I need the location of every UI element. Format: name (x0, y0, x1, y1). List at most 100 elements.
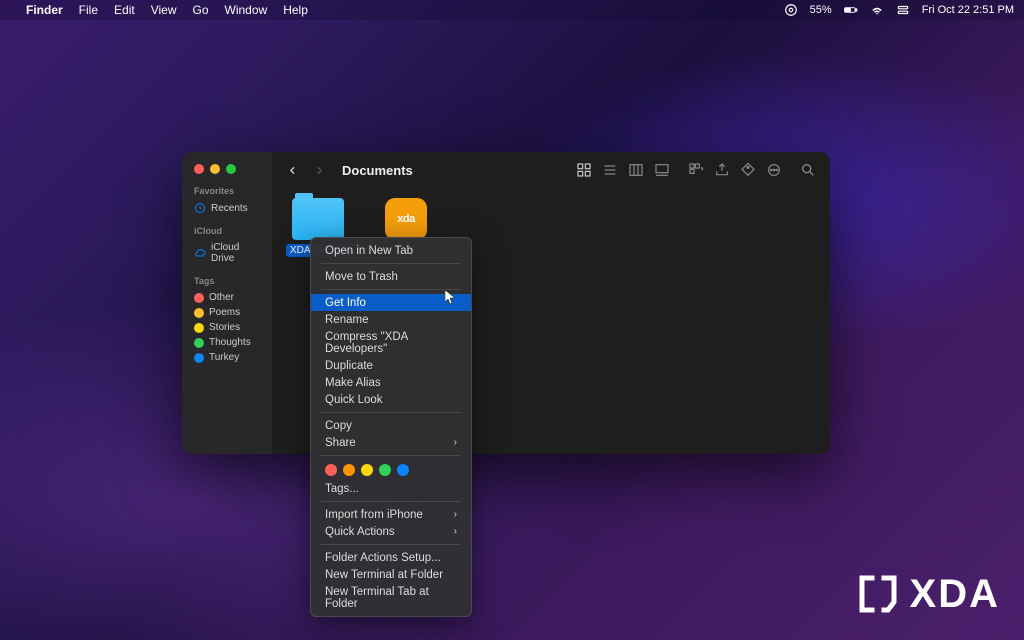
spotlight-icon[interactable] (896, 3, 910, 17)
action-button[interactable] (766, 162, 782, 178)
tag-color-button[interactable] (343, 464, 355, 476)
menu-item-label: Share (325, 437, 356, 449)
tag-color-button[interactable] (325, 464, 337, 476)
menu-item[interactable]: New Terminal Tab at Folder (311, 583, 471, 612)
menu-item[interactable]: Rename (311, 311, 471, 328)
sidebar-header-icloud: iCloud (190, 226, 264, 236)
menu-item-label: Folder Actions Setup... (325, 552, 441, 564)
sidebar-item-icloud-drive[interactable]: iCloud Drive (190, 240, 264, 266)
menu-item-label: Get Info (325, 297, 366, 309)
sidebar-tag-item[interactable]: Turkey (190, 350, 264, 365)
window-minimize-button[interactable] (210, 164, 220, 174)
menu-item-label: New Terminal at Folder (325, 569, 443, 581)
sidebar-tag-item[interactable]: Other (190, 290, 264, 305)
tag-dot-icon (194, 293, 204, 303)
menu-item[interactable]: Duplicate (311, 357, 471, 374)
menu-item-label: Copy (325, 420, 352, 432)
sidebar-tag-item[interactable]: Poems (190, 305, 264, 320)
tag-dot-icon (194, 323, 204, 333)
file-item-app[interactable]: xda (374, 198, 438, 240)
wifi-icon[interactable] (870, 3, 884, 17)
app-menu[interactable]: Finder (26, 3, 63, 17)
menu-item-label: Compress "XDA Developers" (325, 331, 457, 355)
menu-item[interactable]: Folder Actions Setup... (311, 549, 471, 566)
menubar: Finder File Edit View Go Window Help 55%… (0, 0, 1024, 20)
sidebar-item-label: iCloud Drive (211, 242, 260, 264)
cloud-icon (194, 247, 206, 259)
menu-item-label: New Terminal Tab at Folder (325, 586, 457, 610)
menu-item[interactable]: Open in New Tab (311, 242, 471, 259)
finder-toolbar: Documents (272, 152, 830, 188)
menu-item[interactable]: Move to Trash (311, 268, 471, 285)
menu-item[interactable]: Compress "XDA Developers" (311, 328, 471, 357)
menu-separator (321, 289, 461, 290)
tag-color-button[interactable] (397, 464, 409, 476)
menu-item[interactable]: Import from iPhone › (311, 506, 471, 523)
menu-item-label: Quick Actions (325, 526, 395, 538)
tag-dot-icon (194, 308, 204, 318)
tag-label: Poems (209, 307, 240, 318)
menu-item[interactable]: Make Alias (311, 374, 471, 391)
menu-item[interactable]: New Terminal at Folder (311, 566, 471, 583)
menu-item-label: Open in New Tab (325, 245, 413, 257)
menu-help[interactable]: Help (283, 3, 308, 17)
group-button[interactable] (688, 162, 704, 178)
sidebar-tag-item[interactable]: Stories (190, 320, 264, 335)
menu-item-label: Tags... (325, 483, 359, 495)
share-button[interactable] (714, 162, 730, 178)
view-icons-button[interactable] (576, 162, 592, 178)
control-center-icon[interactable] (784, 3, 798, 17)
menu-item[interactable]: Tags... (311, 480, 471, 497)
clock-icon (194, 202, 206, 214)
context-menu: Open in New Tab Move to Trash Get Info Rena… (310, 237, 472, 617)
forward-button[interactable] (313, 164, 326, 177)
menu-item[interactable]: Share › (311, 434, 471, 451)
menu-tags-row (311, 460, 471, 480)
menu-item-label: Import from iPhone (325, 509, 423, 521)
tag-dot-icon (194, 338, 204, 348)
sidebar-header-tags: Tags (190, 276, 264, 286)
menu-separator (321, 455, 461, 456)
battery-text: 55% (810, 4, 832, 16)
menu-view[interactable]: View (151, 3, 177, 17)
window-close-button[interactable] (194, 164, 204, 174)
chevron-right-icon: › (454, 509, 457, 520)
menu-item[interactable]: Get Info (311, 294, 471, 311)
xda-watermark: XDA (854, 570, 1000, 618)
view-list-button[interactable] (602, 162, 618, 178)
menu-item-label: Move to Trash (325, 271, 398, 283)
search-button[interactable] (800, 162, 816, 178)
menu-item[interactable]: Quick Actions › (311, 523, 471, 540)
view-columns-button[interactable] (628, 162, 644, 178)
menu-separator (321, 412, 461, 413)
window-zoom-button[interactable] (226, 164, 236, 174)
chevron-right-icon: › (454, 437, 457, 448)
menu-go[interactable]: Go (193, 3, 209, 17)
tag-color-button[interactable] (361, 464, 373, 476)
menu-window[interactable]: Window (225, 3, 268, 17)
menu-separator (321, 263, 461, 264)
app-icon: xda (385, 198, 427, 240)
sidebar-tag-item[interactable]: Thoughts (190, 335, 264, 350)
datetime[interactable]: Fri Oct 22 2:51 PM (922, 4, 1014, 16)
finder-window: Favorites Recents iCloud iCloud Drive Ta… (182, 152, 830, 454)
menu-file[interactable]: File (79, 3, 98, 17)
menu-item[interactable]: Quick Look (311, 391, 471, 408)
tag-color-button[interactable] (379, 464, 391, 476)
tag-label: Other (209, 292, 234, 303)
tag-dot-icon (194, 353, 204, 363)
xda-bracket-icon (854, 570, 902, 618)
chevron-right-icon: › (454, 526, 457, 537)
sidebar-item-label: Recents (211, 203, 248, 214)
finder-sidebar: Favorites Recents iCloud iCloud Drive Ta… (182, 152, 272, 454)
menu-item[interactable]: Copy (311, 417, 471, 434)
sidebar-item-recents[interactable]: Recents (190, 200, 264, 216)
tag-label: Stories (209, 322, 240, 333)
tag-label: Turkey (209, 352, 239, 363)
tags-button[interactable] (740, 162, 756, 178)
view-gallery-button[interactable] (654, 162, 670, 178)
battery-icon[interactable] (844, 3, 858, 17)
tag-label: Thoughts (209, 337, 251, 348)
menu-edit[interactable]: Edit (114, 3, 135, 17)
back-button[interactable] (286, 164, 299, 177)
